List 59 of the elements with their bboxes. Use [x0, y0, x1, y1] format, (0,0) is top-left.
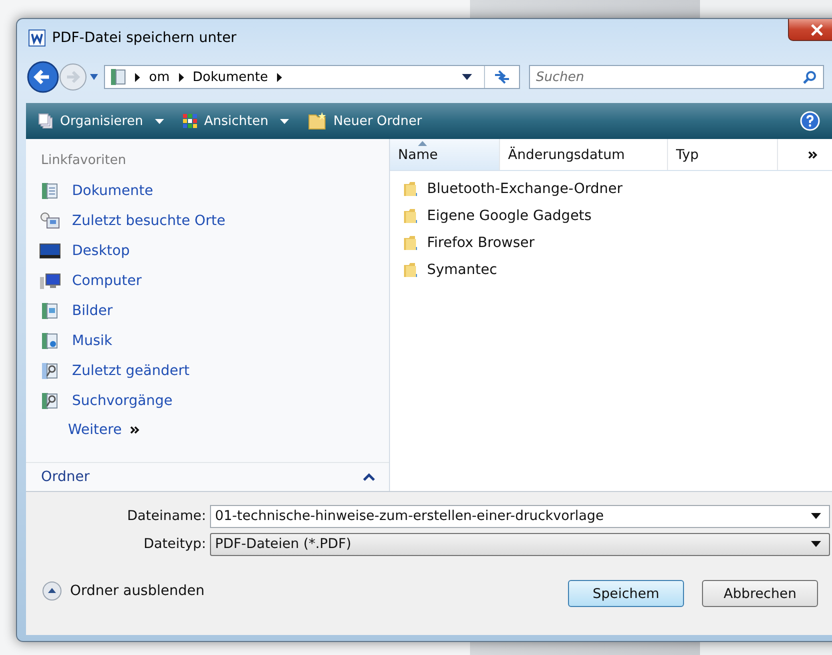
address-bar[interactable]: om Dokumente	[104, 65, 520, 89]
desktop-icon	[39, 242, 61, 260]
double-chevron-icon	[130, 426, 140, 434]
more-link[interactable]: Weitere	[26, 416, 389, 444]
file-row[interactable]: Bluetooth-Exchange-Ordner	[390, 175, 832, 202]
search-icon	[803, 70, 817, 84]
breadcrumb[interactable]: om	[149, 70, 170, 84]
section-heading: Linkfavoriten	[40, 153, 128, 168]
caret-icon	[280, 118, 290, 124]
dropdown-icon[interactable]	[462, 74, 472, 80]
close-button[interactable]	[788, 19, 832, 41]
hide-folders-button[interactable]: Ordner ausblenden	[42, 580, 204, 600]
dialog-button[interactable]: Speichem	[568, 580, 684, 607]
close-icon	[810, 24, 824, 36]
history-dropdown-icon[interactable]	[89, 73, 99, 81]
toolbar-button[interactable]: Organisieren	[34, 111, 168, 131]
double-chevron-icon	[808, 150, 818, 158]
toolbar-button[interactable]: Ansichten	[178, 111, 294, 131]
breadcrumb[interactable]: Dokumente	[192, 70, 268, 84]
caret-icon	[155, 118, 164, 124]
dialog-button[interactable]: Abbrechen	[702, 580, 818, 607]
column-header[interactable]: Name	[390, 139, 500, 170]
sidebar-item[interactable]: Computer	[26, 266, 389, 296]
sort-arrow-icon	[418, 141, 427, 146]
refresh-icon	[493, 70, 511, 84]
file-row[interactable]: Symantec	[390, 256, 832, 283]
grid-icon	[182, 113, 198, 129]
sidebar-item[interactable]: Musik	[26, 326, 389, 356]
chevron-icon	[178, 72, 185, 82]
word-icon	[28, 29, 46, 47]
caret-icon	[363, 473, 375, 481]
sidebar-item[interactable]: Dokumente	[26, 176, 389, 206]
computer-icon	[39, 272, 61, 290]
column-header[interactable]: Typ	[668, 139, 778, 170]
new-folder-icon	[307, 111, 328, 131]
toolbar-button[interactable]: Neuer Ordner	[303, 109, 426, 133]
chevron-icon	[276, 72, 283, 82]
sidebar-item[interactable]: Suchvorgänge	[26, 386, 389, 416]
dropdown-icon	[811, 541, 821, 547]
sidebar-item[interactable]: Zuletzt besuchte Orte	[26, 206, 389, 236]
sidebar-item[interactable]: Bilder	[26, 296, 389, 326]
search-field[interactable]: Suchen	[529, 65, 824, 89]
field-label: Dateiname:	[126, 508, 207, 524]
file-row[interactable]: Firefox Browser	[390, 229, 832, 256]
file-row[interactable]: Eigene Google Gadgets	[390, 202, 832, 229]
field-label: Dateityp:	[142, 536, 207, 552]
sidebar-item[interactable]: Desktop	[26, 236, 389, 266]
filetype-dropdown[interactable]: PDF-Dateien (*.PDF)	[210, 532, 830, 556]
pages-icon	[38, 113, 54, 129]
help-icon[interactable]	[800, 111, 820, 131]
chevron-icon	[134, 72, 141, 82]
dropdown-icon	[811, 513, 821, 519]
back-button[interactable]	[26, 60, 60, 94]
clock-folder-icon	[39, 212, 61, 230]
filename-field[interactable]: 01-technische-hinweise-zum-erstellen-einer-druckvorlage	[210, 504, 830, 528]
column-header[interactable]: Änderungsdatum	[500, 139, 668, 170]
library-icon	[110, 68, 126, 86]
window-title: PDF-Datei speichern unter	[52, 30, 236, 46]
sidebar-item[interactable]: Zuletzt geändert	[26, 356, 389, 386]
